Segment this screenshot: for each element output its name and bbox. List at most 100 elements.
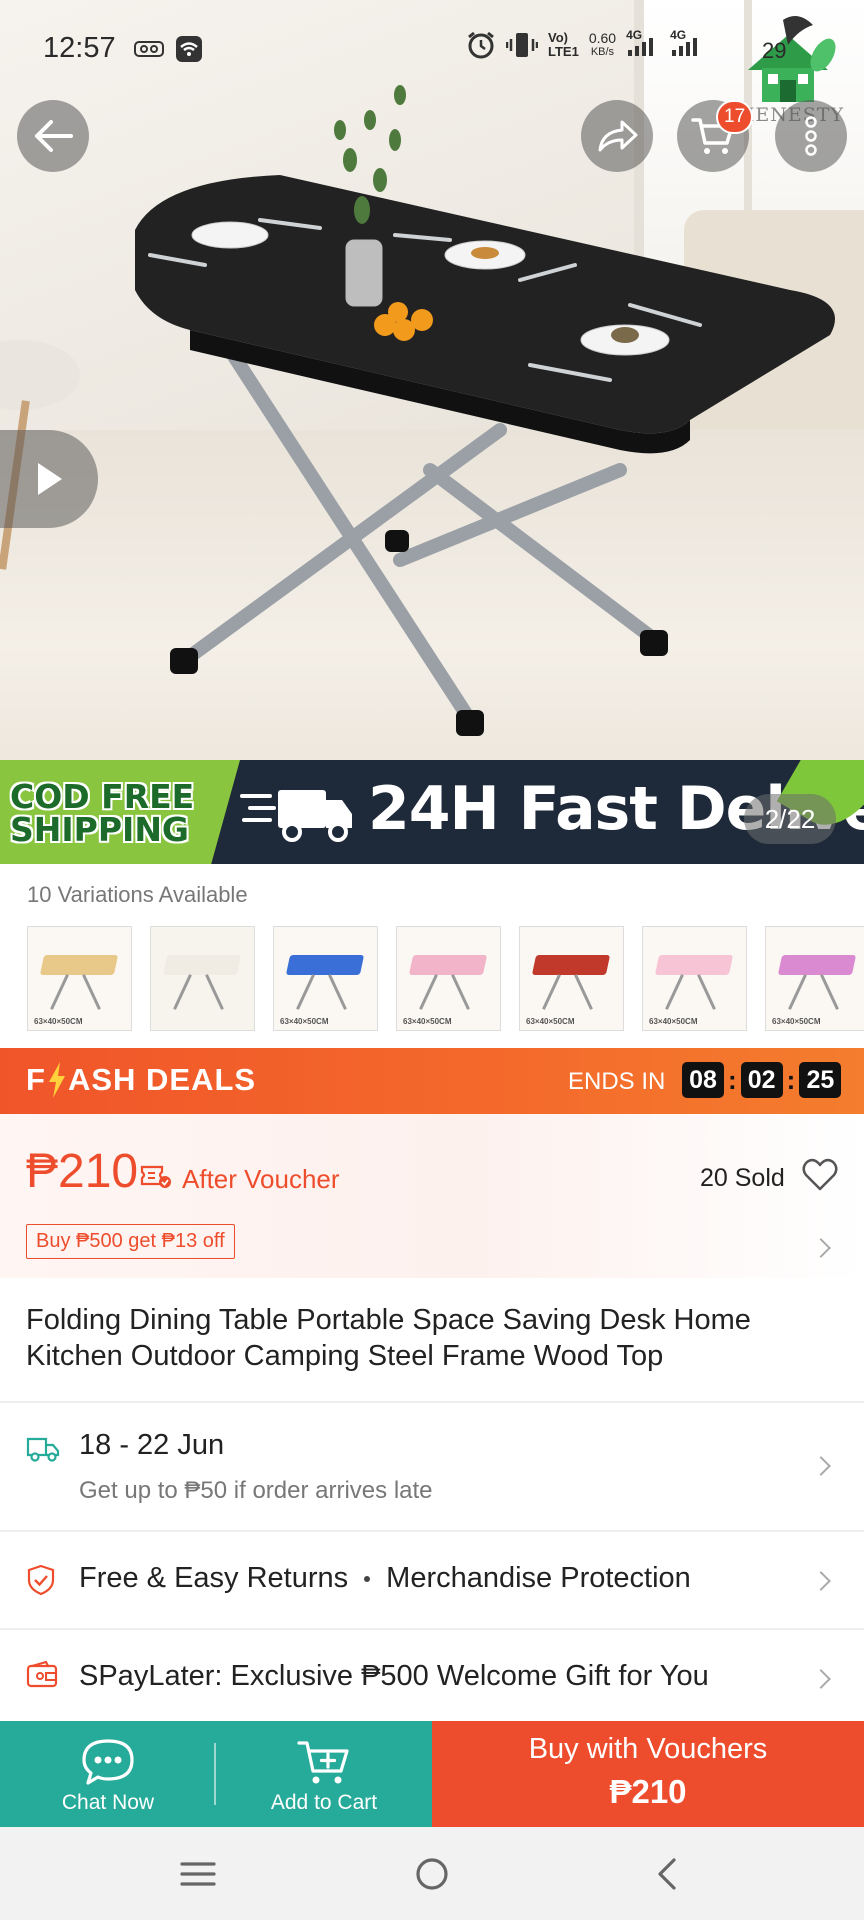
returns-label: Free & Easy Returns Merchandise Protectio… [79, 1562, 691, 1595]
chevron-right-icon[interactable] [811, 1238, 831, 1258]
more-options-button[interactable] [775, 100, 847, 172]
thumbnail-table-leg [50, 974, 69, 1010]
thumbnail-size-label: 63×40×50CM [403, 1017, 452, 1026]
thumbnail-table-top [408, 955, 488, 975]
variation-thumbnail[interactable]: 63×40×50CM [519, 926, 624, 1031]
net1-label: 4G [626, 28, 643, 42]
thumbnail-table-top [285, 955, 365, 975]
more-vertical-icon [805, 116, 817, 156]
secondary-actions: Chat Now Add to Cart [0, 1721, 432, 1827]
variation-thumbnails: 63×40×50CM 63×40×50CM 63×40×50CM 63×40×50CM… [27, 926, 864, 1031]
signal-2: 4G [670, 28, 704, 58]
thumbnail-table-leg [173, 974, 192, 1010]
chat-now-label: Chat Now [61, 1791, 155, 1814]
cast-icon [134, 41, 164, 57]
image-page-counter: 2/22 [744, 794, 836, 844]
play-icon [38, 463, 62, 495]
add-cart-icon [297, 1741, 349, 1784]
product-price: ₱210 [26, 1145, 139, 1198]
thumbnail-table-top [777, 955, 857, 975]
volte-indicator: Vo) LTE1 [548, 31, 579, 59]
cod-line-2: SHIPPING [10, 810, 190, 849]
thumbnail-table-leg [788, 974, 807, 1010]
buy-button-price: ₱210 [609, 1773, 687, 1810]
thumbnail-table-leg [419, 974, 438, 1010]
thumbnail-table-leg [574, 974, 593, 1010]
battery-indicator: 29 [762, 38, 786, 64]
delivery-truck-icon [26, 1437, 60, 1462]
status-bar: 12:57 Vo) LTE1 0.60 KB/s 4G 4G 29 [0, 0, 864, 96]
back-nav-icon[interactable] [654, 1856, 678, 1892]
timer-separator: : [786, 1064, 796, 1095]
play-video-button[interactable] [0, 430, 98, 528]
chat-bubble-icon [82, 1739, 134, 1785]
sold-count: 20 Sold [700, 1164, 785, 1192]
buy-button-label: Buy with Vouchers [528, 1733, 768, 1765]
variation-thumbnail[interactable]: 63×40×50CM [273, 926, 378, 1031]
merchandise-protection-label: Merchandise Protection [386, 1562, 691, 1594]
flash-title-prefix: F [26, 1062, 46, 1097]
flash-title-suffix: ASH DEALS [67, 1062, 257, 1097]
variations-label: 10 Variations Available [27, 882, 248, 907]
delivery-row[interactable]: 18 - 22 Jun Get up to ₱50 if order arriv… [0, 1403, 864, 1530]
chevron-right-icon [811, 1669, 831, 1689]
chevron-right-icon [811, 1456, 831, 1476]
delivery-truck-icon [240, 790, 352, 842]
thumbnail-size-label: 63×40×50CM [34, 1017, 83, 1026]
add-to-cart-button[interactable]: Add to Cart [216, 1721, 432, 1827]
net2-label: 4G [670, 28, 687, 42]
free-returns-label: Free & Easy Returns [79, 1562, 349, 1594]
recent-apps-icon[interactable] [178, 1859, 218, 1889]
signal-1: 4G [626, 28, 660, 58]
variation-thumbnail[interactable] [150, 926, 255, 1031]
timer-hours: 08 [682, 1062, 724, 1098]
share-arrow-icon [598, 120, 638, 152]
thumbnail-table-leg [296, 974, 315, 1010]
returns-row[interactable]: Free & Easy Returns Merchandise Protectio… [0, 1532, 864, 1628]
flash-deals-title: F ASH DEALS [26, 1062, 256, 1098]
thumbnail-size-label: 63×40×50CM [649, 1017, 698, 1026]
variation-thumbnail[interactable]: 63×40×50CM [396, 926, 501, 1031]
bottom-action-bar: Chat Now Add to Cart Buy with Vouchers ₱… [0, 1721, 864, 1827]
heart-icon[interactable] [802, 1158, 838, 1192]
thumbnail-table-leg [451, 974, 470, 1010]
chat-now-button[interactable]: Chat Now [0, 1721, 216, 1827]
battery-level: 29 [762, 38, 787, 63]
variation-thumbnail[interactable]: 63×40×50CM [642, 926, 747, 1031]
spaylater-row[interactable]: SPayLater: Exclusive ₱500 Welcome Gift f… [0, 1630, 864, 1721]
thumbnail-table-leg [328, 974, 347, 1010]
promo-banner: COD FREE SHIPPING 24H Fast Delivery [0, 760, 864, 864]
network-speed: 0.60 KB/s [589, 31, 616, 59]
thumbnail-table-top [531, 955, 611, 975]
network-speed-value: 0.60 [588, 30, 617, 46]
variation-thumbnail[interactable]: 63×40×50CM [27, 926, 132, 1031]
bundle-discount-tag[interactable]: Buy ₱500 get ₱13 off [26, 1224, 235, 1259]
timer-seconds: 25 [799, 1062, 842, 1098]
alarm-icon [468, 31, 494, 59]
variation-thumbnail[interactable]: 63×40×50CM [765, 926, 864, 1031]
thumbnail-table-leg [542, 974, 561, 1010]
share-button[interactable] [581, 100, 653, 172]
thumbnail-table-leg [82, 974, 101, 1010]
timer-separator: : [728, 1064, 737, 1095]
add-to-cart-label: Add to Cart [270, 1791, 378, 1814]
thumbnail-table-top [39, 955, 119, 975]
voucher-check-icon [140, 1165, 171, 1188]
price-section: ₱210 After Voucher 20 Sold Buy ₱500 get … [0, 1114, 864, 1278]
status-time: 12:57 [43, 32, 116, 64]
flash-ends-label: ENDS IN [568, 1068, 666, 1095]
product-title: Folding Dining Table Portable Space Savi… [26, 1304, 751, 1372]
thumbnail-table-top [654, 955, 734, 975]
thumbnail-table-leg [205, 974, 224, 1010]
flash-deals-bar[interactable]: F ASH DEALS ENDS IN 08 : 02 : 25 [0, 1048, 864, 1114]
home-icon[interactable] [414, 1856, 450, 1892]
thumbnail-table-top [162, 955, 242, 975]
late-delivery-note: Get up to ₱50 if order arrives late [79, 1477, 433, 1504]
volte-label: Vo) [548, 30, 568, 45]
buy-with-vouchers-button[interactable]: Buy with Vouchers ₱210 [432, 1721, 864, 1827]
back-button[interactable] [17, 100, 89, 172]
arrow-left-icon [35, 120, 73, 152]
shield-check-icon [27, 1564, 55, 1596]
countdown-timer: 08 : 02 : 25 [682, 1062, 842, 1098]
timer-minutes: 02 [740, 1062, 783, 1098]
